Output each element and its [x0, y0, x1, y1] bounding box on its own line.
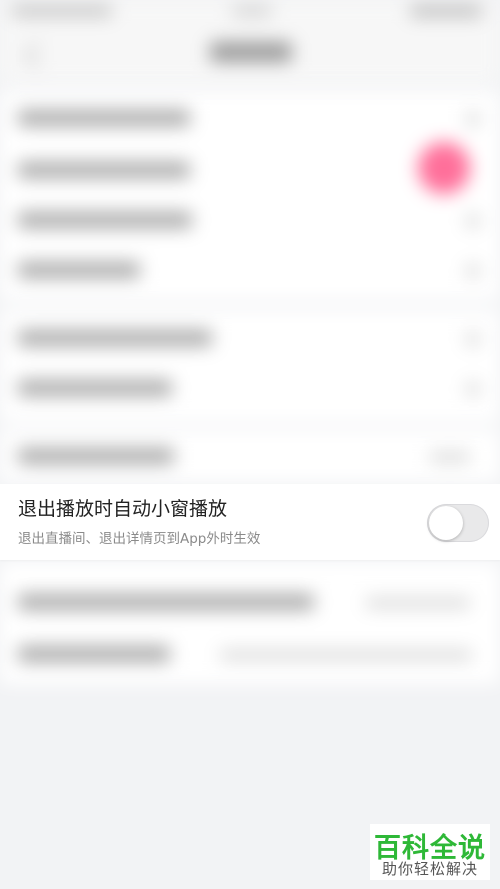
- setting-row-blur[interactable]: [18, 380, 172, 396]
- setting-value-blur: [430, 452, 470, 462]
- setting-row-blur[interactable]: [18, 262, 140, 278]
- setting-row-blur[interactable]: [18, 162, 190, 178]
- watermark-logo: 百科全说 助你轻松解决: [370, 824, 490, 880]
- chevron-right-icon: [466, 382, 480, 396]
- setting-value-blur: [366, 598, 470, 608]
- settings-group-4: [0, 562, 500, 684]
- chevron-right-icon: [466, 214, 480, 228]
- chevron-right-icon: [466, 112, 480, 126]
- status-bar: [0, 0, 500, 24]
- chevron-right-icon: [466, 332, 480, 346]
- setting-row-blur[interactable]: [18, 212, 192, 228]
- status-bar-left-blur: [12, 6, 112, 16]
- auto-pip-toggle-switch[interactable]: [427, 504, 489, 542]
- settings-group-3: [0, 430, 500, 482]
- status-bar-right-blur: [410, 5, 482, 17]
- setting-row-blur[interactable]: [18, 330, 212, 346]
- settings-group-2: [0, 310, 500, 422]
- watermark-sub-text: 助你轻松解决: [381, 860, 478, 878]
- setting-title: 退出播放时自动小窗播放: [18, 498, 228, 520]
- setting-row-blur[interactable]: [18, 110, 190, 126]
- nav-bar: [0, 24, 500, 84]
- setting-row-auto-pip[interactable]: 退出播放时自动小窗播放 退出直播间、退出详情页到App外时生效: [0, 484, 500, 560]
- toggle-knob: [429, 506, 463, 540]
- chevron-right-icon: [466, 264, 480, 278]
- setting-subtitle: 退出直播间、退出详情页到App外时生效: [18, 531, 261, 547]
- status-bar-time-blur: [232, 6, 272, 16]
- setting-row-blur[interactable]: [18, 448, 174, 464]
- blurred-settings-background: [0, 0, 500, 889]
- settings-group-1: [0, 92, 500, 300]
- back-arrow-icon[interactable]: [24, 42, 51, 69]
- page-title-blur: [210, 42, 292, 62]
- setting-value-blur: [220, 650, 472, 660]
- toggle-on-blur[interactable]: [418, 142, 470, 194]
- setting-row-blur[interactable]: [18, 646, 170, 662]
- setting-row-blur[interactable]: [18, 594, 314, 610]
